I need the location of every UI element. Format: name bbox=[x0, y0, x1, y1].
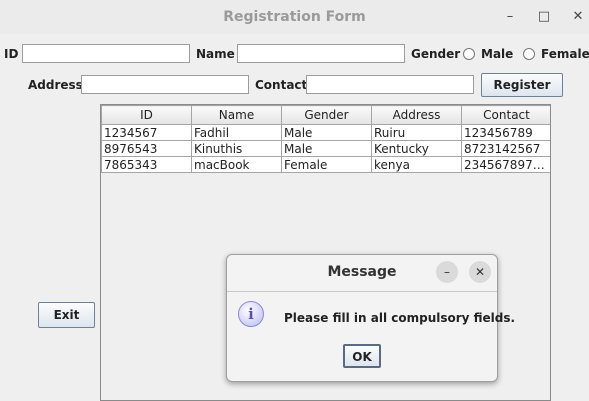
dialog-minimize-icon[interactable]: – bbox=[436, 261, 458, 283]
name-label: Name bbox=[196, 47, 235, 61]
column-header-gender[interactable]: Gender bbox=[281, 105, 372, 125]
table-cell[interactable]: Ruiru bbox=[371, 124, 462, 141]
contact-label: Contact bbox=[255, 78, 308, 92]
table-cell[interactable]: Male bbox=[281, 124, 372, 141]
table-cell[interactable]: macBook bbox=[191, 156, 282, 173]
address-field[interactable] bbox=[81, 75, 249, 94]
table-cell[interactable]: 7865343 bbox=[101, 156, 192, 173]
table-row[interactable]: 1234567 Fadhil Male Ruiru 123456789 bbox=[101, 124, 550, 141]
id-label: ID bbox=[4, 47, 19, 61]
female-radio[interactable] bbox=[523, 48, 535, 60]
table-cell[interactable]: Kinuthis bbox=[191, 140, 282, 157]
contact-field[interactable] bbox=[306, 75, 474, 94]
table-cell[interactable]: 23456789768... bbox=[461, 156, 550, 173]
table-cell[interactable]: Fadhil bbox=[191, 124, 282, 141]
table-cell[interactable]: Female bbox=[281, 156, 372, 173]
table-cell[interactable]: 8976543 bbox=[101, 140, 192, 157]
name-field[interactable] bbox=[237, 44, 405, 63]
maximize-icon[interactable]: □ bbox=[535, 8, 553, 26]
male-label[interactable]: Male bbox=[481, 47, 513, 61]
column-header-address[interactable]: Address bbox=[371, 105, 462, 125]
column-header-id[interactable]: ID bbox=[101, 105, 192, 125]
id-field[interactable] bbox=[22, 44, 190, 63]
female-label[interactable]: Female bbox=[541, 47, 589, 61]
exit-button[interactable]: Exit bbox=[38, 302, 95, 328]
ok-button[interactable]: OK bbox=[343, 344, 381, 368]
address-label: Address bbox=[28, 78, 83, 92]
table-cell[interactable]: 8723142567 bbox=[461, 140, 550, 157]
message-dialog: Message – ✕ i Please fill in all compuls… bbox=[226, 254, 515, 382]
dialog-divider bbox=[227, 291, 497, 292]
dialog-message: Please fill in all compulsory fields. bbox=[284, 311, 516, 325]
table-cell[interactable]: Male bbox=[281, 140, 372, 157]
table-cell[interactable]: Kentucky bbox=[371, 140, 462, 157]
column-header-contact[interactable]: Contact bbox=[461, 105, 550, 125]
table-cell[interactable]: 1234567 bbox=[101, 124, 192, 141]
dialog-close-icon[interactable]: ✕ bbox=[469, 261, 491, 283]
register-button[interactable]: Register bbox=[481, 73, 563, 97]
window-titlebar: Registration Form – □ ✕ bbox=[0, 0, 589, 34]
close-icon[interactable]: ✕ bbox=[569, 8, 587, 26]
table-row[interactable]: 8976543 Kinuthis Male Kentucky 872314256… bbox=[101, 140, 550, 157]
column-header-name[interactable]: Name bbox=[191, 105, 282, 125]
minimize-icon[interactable]: – bbox=[501, 8, 519, 26]
table-cell[interactable]: kenya bbox=[371, 156, 462, 173]
info-icon: i bbox=[238, 301, 264, 327]
table-header: ID Name Gender Address Contact bbox=[101, 105, 550, 125]
table-cell[interactable]: 123456789 bbox=[461, 124, 550, 141]
male-radio[interactable] bbox=[463, 48, 475, 60]
gender-label: Gender bbox=[411, 47, 461, 61]
table-row[interactable]: 7865343 macBook Female kenya 23456789768… bbox=[101, 156, 550, 173]
